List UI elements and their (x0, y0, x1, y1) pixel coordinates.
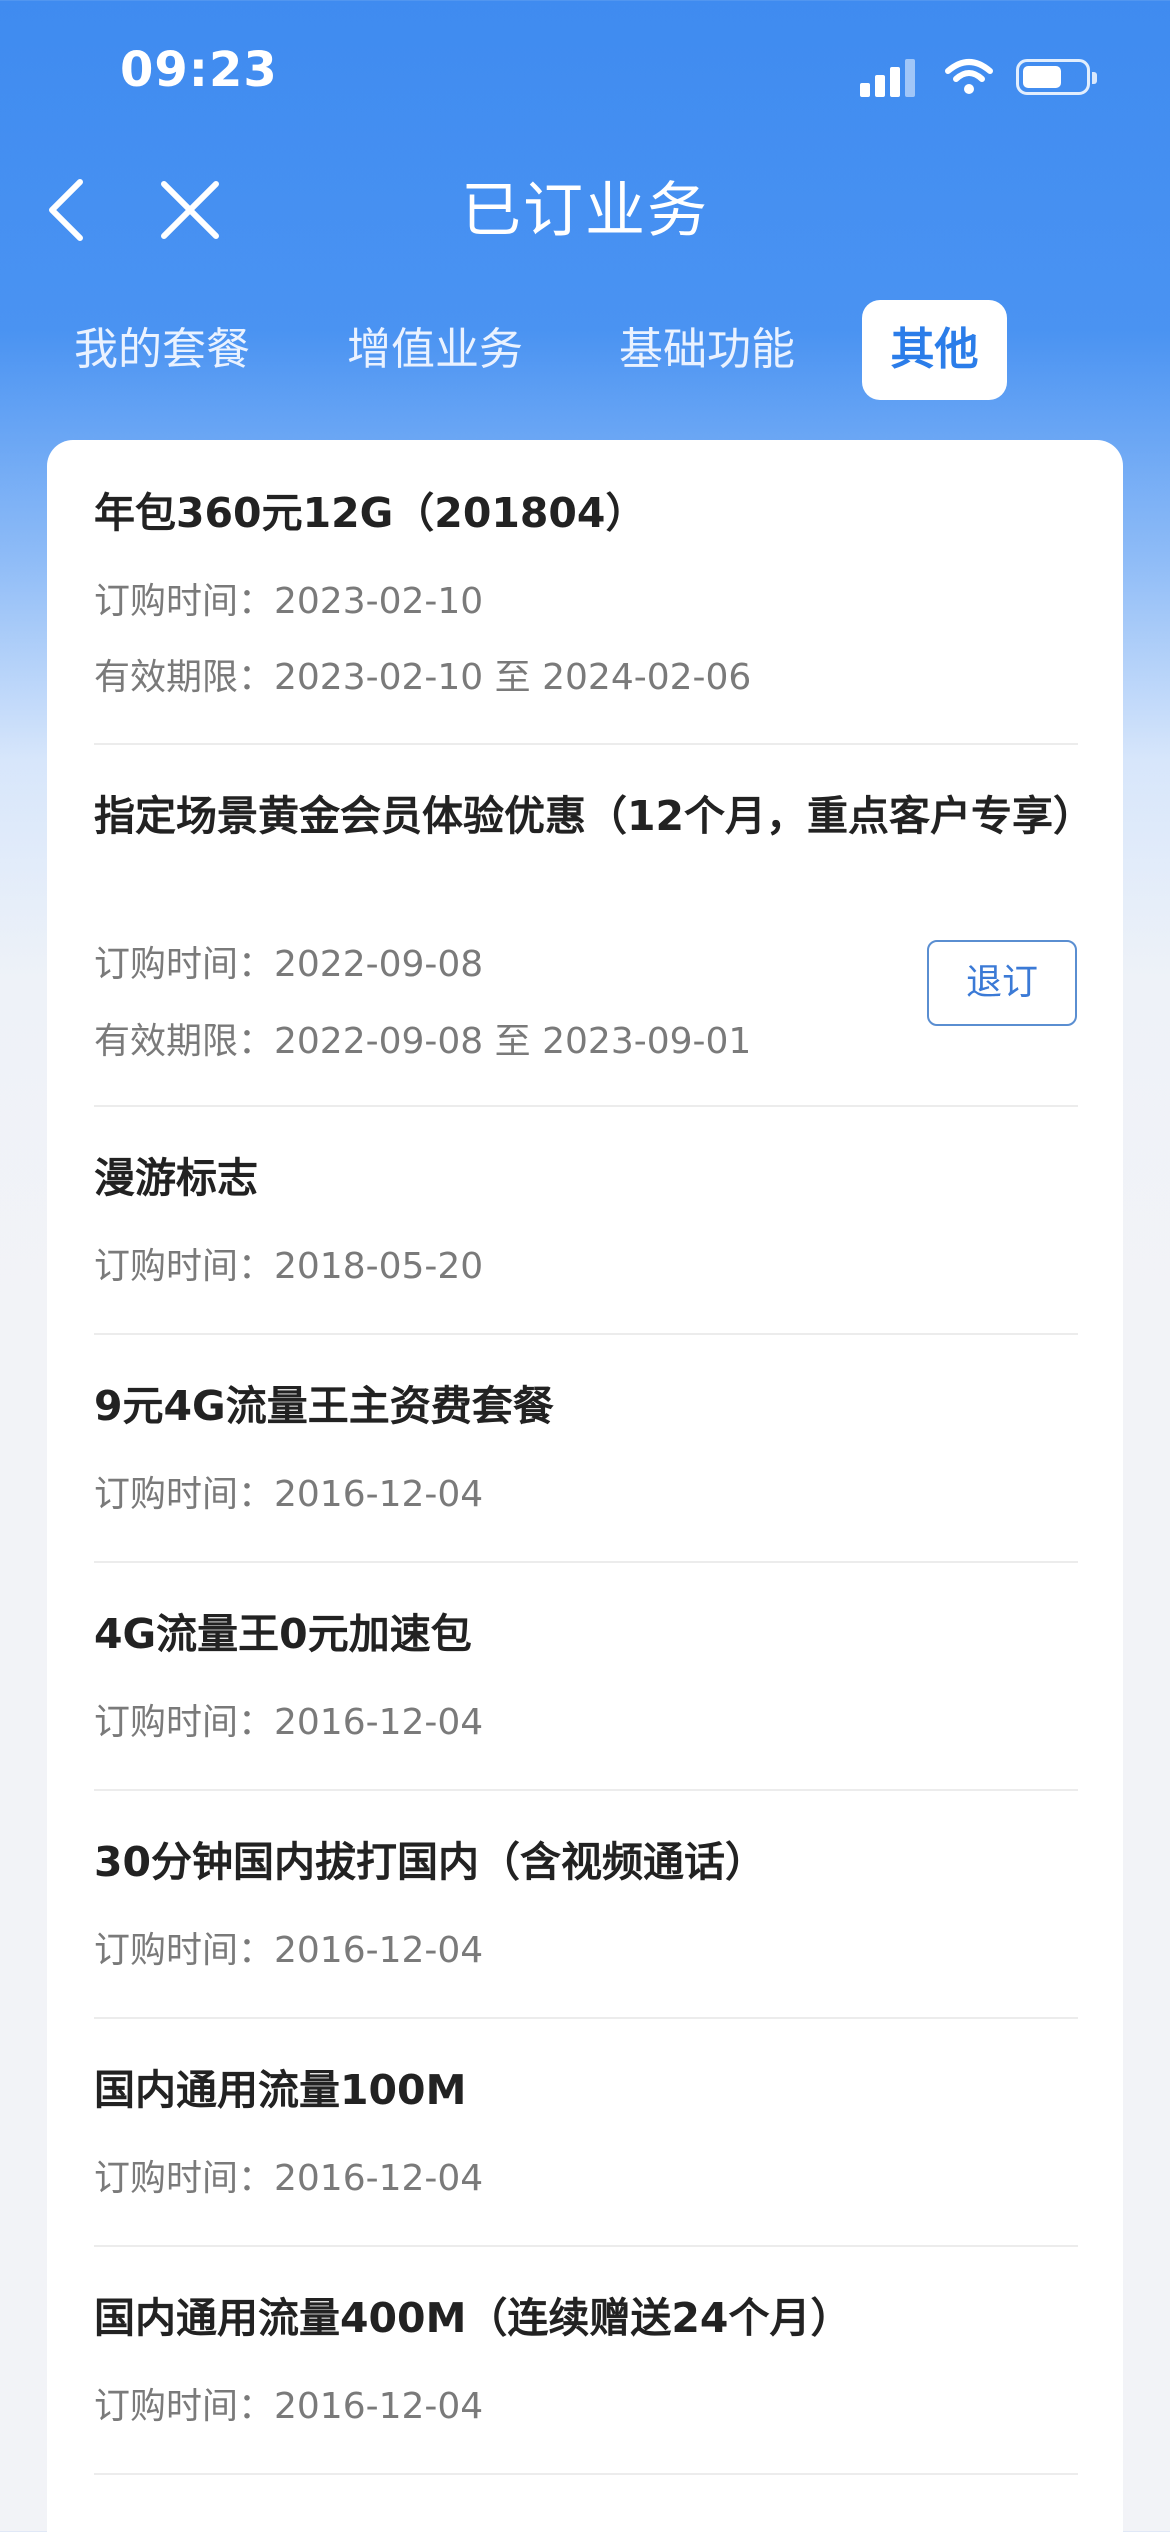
subscriptions-card: 年包360元12G（201804） 订购时间：2023-02-10 有效期限：2… (47, 440, 1123, 2532)
item-name: 指定场景黄金会员体验优惠（12个月，重点客户专享） (94, 792, 1095, 840)
back-button[interactable] (30, 170, 110, 250)
nav-bar: 已订业务 (0, 150, 1170, 265)
item-order-time: 订购时间：2018-05-20 (94, 1246, 484, 1287)
divider (94, 2017, 1078, 2019)
item-order-time: 订购时间：2016-12-04 (94, 1930, 484, 1971)
item-name: 国内通用流量400M（连续赠送24个月） (94, 2294, 852, 2342)
status-bar: 09:23 (0, 0, 1170, 150)
item-order-time: 订购时间：2016-12-04 (94, 1702, 484, 1743)
item-name: 国内通用流量100M (94, 2066, 467, 2114)
item-validity: 有效期限：2022-09-08 至 2023-09-01 (94, 1021, 752, 1062)
item-order-time: 订购时间：2016-12-04 (94, 2386, 484, 2427)
item-order-time: 订购时间：2023-02-10 (94, 581, 484, 622)
item-order-time: 订购时间：2016-12-04 (94, 1474, 484, 1515)
item-name: 漫游标志 (94, 1154, 258, 1202)
item-validity: 有效期限：2023-02-10 至 2024-02-06 (94, 657, 752, 698)
item-name: 9元4G流量王主资费套餐 (94, 1382, 554, 1430)
tab-basic-functions[interactable]: 基础功能 (607, 300, 807, 400)
item-name: 年包360元12G（201804） (94, 489, 647, 537)
divider (94, 2245, 1078, 2247)
back-icon (49, 179, 83, 241)
status-time: 09:23 (120, 42, 278, 98)
divider (94, 1333, 1078, 1335)
battery-icon (1016, 59, 1097, 95)
divider (94, 1561, 1078, 1563)
unsubscribe-button[interactable]: 退订 (927, 940, 1077, 1026)
item-order-time: 订购时间：2022-09-08 (94, 944, 484, 985)
status-icons (860, 52, 1097, 102)
close-button[interactable] (150, 170, 230, 250)
signal-icon (860, 57, 922, 97)
item-name: 4G流量王0元加速包 (94, 1610, 472, 1658)
divider (94, 1789, 1078, 1791)
tab-other[interactable]: 其他 (862, 300, 1007, 400)
divider (94, 1105, 1078, 1107)
divider (94, 2473, 1078, 2475)
item-name: 30分钟国内拔打国内（含视频通话） (94, 1838, 767, 1886)
item-order-time: 订购时间：2016-12-04 (94, 2158, 484, 2199)
tab-bar: 我的套餐 增值业务 基础功能 其他 (0, 300, 1170, 405)
tab-value-added[interactable]: 增值业务 (335, 300, 535, 400)
wifi-icon (945, 59, 993, 94)
tab-my-plan[interactable]: 我的套餐 (62, 300, 262, 400)
close-icon (161, 181, 219, 239)
divider (94, 743, 1078, 745)
